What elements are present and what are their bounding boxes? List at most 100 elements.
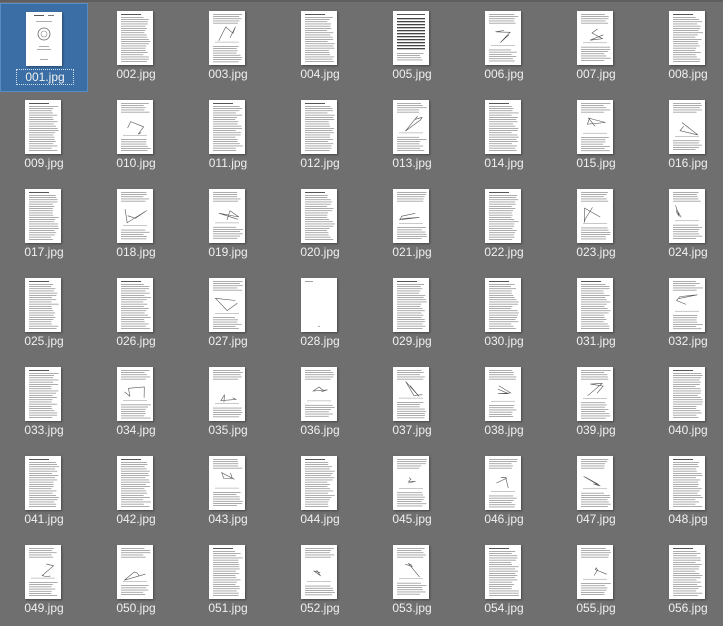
title-page-icon — [26, 12, 62, 66]
text-page-icon — [117, 11, 153, 65]
file-item[interactable]: 016.jpg — [644, 92, 723, 181]
text-page-icon — [25, 367, 61, 421]
file-item[interactable]: 033.jpg — [0, 359, 88, 448]
file-name-label: 031.jpg — [576, 334, 616, 348]
file-item[interactable]: 035.jpg — [184, 359, 272, 448]
file-item[interactable]: 006.jpg — [460, 3, 548, 92]
file-item[interactable]: 031.jpg — [552, 270, 640, 359]
file-item[interactable]: 044.jpg — [276, 448, 364, 537]
file-item[interactable]: 030.jpg — [460, 270, 548, 359]
file-item[interactable]: 032.jpg — [644, 270, 723, 359]
file-item[interactable]: 013.jpg — [368, 92, 456, 181]
file-item[interactable]: 021.jpg — [368, 181, 456, 270]
file-item[interactable]: 019.jpg — [184, 181, 272, 270]
file-name-label: 021.jpg — [392, 245, 432, 259]
file-item[interactable]: 003.jpg — [184, 3, 272, 92]
file-name-label: 032.jpg — [668, 334, 708, 348]
file-item[interactable]: 052.jpg — [276, 537, 364, 626]
file-name-label: 053.jpg — [392, 601, 432, 615]
file-name-label: 019.jpg — [208, 245, 248, 259]
file-item[interactable]: 027.jpg — [184, 270, 272, 359]
file-item[interactable]: 029.jpg — [368, 270, 456, 359]
file-item[interactable]: 055.jpg — [552, 537, 640, 626]
file-name-label: 056.jpg — [668, 601, 708, 615]
figure-page-icon — [485, 367, 521, 421]
file-item[interactable]: 026.jpg — [92, 270, 180, 359]
file-item[interactable]: 051.jpg — [184, 537, 272, 626]
text-page-icon — [669, 545, 705, 599]
file-name-label: 018.jpg — [116, 245, 156, 259]
file-item[interactable]: 014.jpg — [460, 92, 548, 181]
file-name-label: 043.jpg — [208, 512, 248, 526]
file-item[interactable]: 047.jpg — [552, 448, 640, 537]
text-page-icon — [117, 456, 153, 510]
file-item[interactable]: 002.jpg — [92, 3, 180, 92]
file-item[interactable]: 024.jpg — [644, 181, 723, 270]
file-item[interactable]: 038.jpg — [460, 359, 548, 448]
file-name-label: 041.jpg — [24, 512, 64, 526]
figure-page-icon — [577, 456, 613, 510]
text-page-icon — [485, 100, 521, 154]
file-name-label: 030.jpg — [484, 334, 524, 348]
file-item[interactable]: 001.jpg — [0, 3, 88, 92]
figure-page-icon — [577, 545, 613, 599]
file-item[interactable]: 041.jpg — [0, 448, 88, 537]
file-name-label: 020.jpg — [300, 245, 340, 259]
file-name-label: 052.jpg — [300, 601, 340, 615]
text-page-icon — [393, 278, 429, 332]
text-page-icon — [485, 278, 521, 332]
file-name-label: 036.jpg — [300, 423, 340, 437]
file-item[interactable]: 049.jpg — [0, 537, 88, 626]
file-item[interactable]: 042.jpg — [92, 448, 180, 537]
figure-page-icon — [301, 545, 337, 599]
text-page-icon — [25, 278, 61, 332]
file-item[interactable]: 037.jpg — [368, 359, 456, 448]
file-name-label: 011.jpg — [208, 156, 248, 170]
file-item[interactable]: 009.jpg — [0, 92, 88, 181]
file-item[interactable]: 023.jpg — [552, 181, 640, 270]
file-item[interactable]: 039.jpg — [552, 359, 640, 448]
file-item[interactable]: 008.jpg — [644, 3, 723, 92]
file-name-label: 017.jpg — [24, 245, 64, 259]
file-name-label: 014.jpg — [484, 156, 524, 170]
file-item[interactable]: 018.jpg — [92, 181, 180, 270]
file-item[interactable]: 028.jpg — [276, 270, 364, 359]
figure-page-icon — [669, 278, 705, 332]
file-name-label: 051.jpg — [208, 601, 248, 615]
file-item[interactable]: 011.jpg — [184, 92, 272, 181]
file-item[interactable]: 004.jpg — [276, 3, 364, 92]
file-name-label: 039.jpg — [576, 423, 616, 437]
file-item[interactable]: 017.jpg — [0, 181, 88, 270]
file-name-label: 003.jpg — [208, 67, 248, 81]
file-item[interactable]: 005.jpg — [368, 3, 456, 92]
file-item[interactable]: 010.jpg — [92, 92, 180, 181]
file-item[interactable]: 046.jpg — [460, 448, 548, 537]
file-item[interactable]: 043.jpg — [184, 448, 272, 537]
file-item[interactable]: 040.jpg — [644, 359, 723, 448]
file-item[interactable]: 007.jpg — [552, 3, 640, 92]
figure-page-icon — [209, 11, 245, 65]
file-item[interactable]: 053.jpg — [368, 537, 456, 626]
file-item[interactable]: 056.jpg — [644, 537, 723, 626]
file-item[interactable]: 015.jpg — [552, 92, 640, 181]
file-name-label: 038.jpg — [484, 423, 524, 437]
figure-page-icon — [393, 456, 429, 510]
file-item[interactable]: 045.jpg — [368, 448, 456, 537]
file-item[interactable]: 054.jpg — [460, 537, 548, 626]
figure-page-icon — [209, 189, 245, 243]
file-name-label: 026.jpg — [116, 334, 156, 348]
figure-page-icon — [393, 545, 429, 599]
file-name-label: 025.jpg — [24, 334, 64, 348]
file-item[interactable]: 012.jpg — [276, 92, 364, 181]
file-name-label: 054.jpg — [484, 601, 524, 615]
file-name-label: 035.jpg — [208, 423, 248, 437]
file-item[interactable]: 034.jpg — [92, 359, 180, 448]
file-item[interactable]: 020.jpg — [276, 181, 364, 270]
figure-page-icon — [209, 278, 245, 332]
file-item[interactable]: 022.jpg — [460, 181, 548, 270]
file-item[interactable]: 025.jpg — [0, 270, 88, 359]
file-item[interactable]: 036.jpg — [276, 359, 364, 448]
file-item[interactable]: 050.jpg — [92, 537, 180, 626]
file-item[interactable]: 048.jpg — [644, 448, 723, 537]
figure-page-icon — [209, 367, 245, 421]
